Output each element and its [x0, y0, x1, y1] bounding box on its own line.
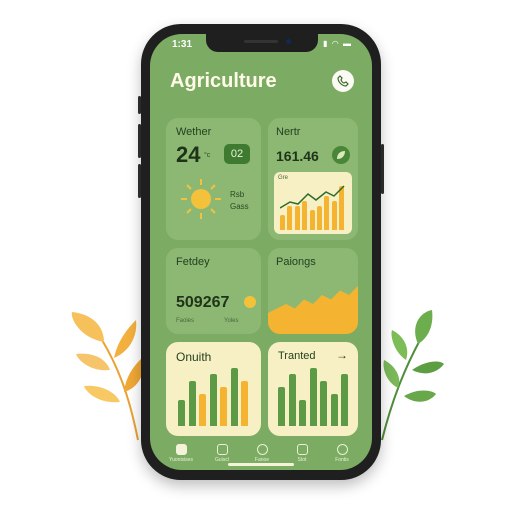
- chart-bar: [209, 374, 217, 426]
- growth-card[interactable]: Onuith: [166, 342, 261, 436]
- harvest-value: 509267: [176, 294, 230, 311]
- tab-settings[interactable]: Fontis: [322, 444, 362, 463]
- status-time: 1:31: [172, 39, 193, 50]
- power-button: [381, 144, 384, 194]
- market-value: 161.46: [276, 148, 319, 164]
- chart-bar: [299, 400, 306, 426]
- chart-bar: [241, 381, 248, 426]
- chart-bar: [341, 374, 348, 426]
- calendar-icon: [216, 444, 228, 455]
- chart-icon: [296, 444, 308, 455]
- market-chart-label: Gre: [278, 175, 289, 181]
- trend-arrow-icon[interactable]: →: [336, 348, 348, 362]
- weather-desc-1: Rsb: [230, 190, 245, 199]
- volume-up-button: [138, 124, 141, 158]
- notch: [206, 34, 318, 52]
- chart-bar: [280, 215, 285, 230]
- pricing-area-chart: [268, 286, 358, 334]
- tab-calendar[interactable]: Guiscl: [202, 444, 242, 463]
- green-leaves-icon: [381, 310, 444, 441]
- camera: [286, 39, 291, 44]
- settings-icon: [336, 444, 348, 455]
- weather-card[interactable]: Wether 24 °c 02 Rsb Gass: [166, 118, 261, 240]
- tab-home[interactable]: Yuonisises: [161, 444, 201, 463]
- chat-icon: [256, 444, 268, 455]
- mute-switch: [138, 96, 141, 114]
- chart-bar: [230, 368, 238, 426]
- status-icons: ▮ ◠ ▬: [323, 39, 352, 48]
- pricing-card[interactable]: Paiongs: [268, 248, 358, 334]
- tab-chat[interactable]: Fanoe: [242, 444, 282, 463]
- chart-bar: [278, 387, 285, 426]
- speaker: [244, 40, 278, 43]
- trend-bars: [278, 368, 350, 426]
- pricing-title: Paiongs: [276, 256, 316, 268]
- home-icon: [175, 444, 187, 455]
- chart-bar: [199, 394, 206, 426]
- tab-label: Fontis: [335, 457, 349, 463]
- trend-card[interactable]: Tranted →: [268, 342, 358, 436]
- chart-bar: [320, 381, 327, 426]
- phone-screen: 1:31 ▮ ◠ ▬ Agriculture Wether 24 °c 02 R…: [150, 34, 372, 470]
- market-chart: Gre: [274, 172, 352, 234]
- market-title: Nertr: [276, 126, 301, 138]
- volume-down-button: [138, 164, 141, 198]
- chart-bar: [288, 374, 296, 426]
- harvest-sub-left: Faoles: [176, 318, 195, 324]
- tab-stats[interactable]: Stot: [282, 444, 322, 463]
- harvest-sub-right: Yoles: [224, 318, 239, 324]
- weather-title: Wether: [176, 126, 212, 138]
- home-indicator[interactable]: [228, 463, 294, 466]
- weather-badge: 02: [224, 144, 250, 164]
- chart-bar: [220, 387, 227, 426]
- growth-title: Onuith: [176, 350, 212, 364]
- harvest-card[interactable]: Fetdey 509267 Faoles Yoles: [166, 248, 261, 334]
- leaf-icon: [332, 146, 350, 164]
- chart-bar: [188, 381, 196, 426]
- market-card[interactable]: Nertr 161.46 Gre: [268, 118, 358, 240]
- yellow-leaves-icon: [71, 312, 145, 441]
- trend-title: Tranted: [278, 350, 316, 362]
- weather-unit: °c: [204, 152, 211, 159]
- chart-bar: [178, 400, 185, 426]
- market-trend-line: [280, 185, 345, 209]
- phone-icon: [337, 75, 349, 87]
- chart-bar: [309, 368, 317, 426]
- harvest-dot-icon: [244, 296, 256, 308]
- chart-bar: [309, 210, 315, 230]
- phone-frame: 1:31 ▮ ◠ ▬ Agriculture Wether 24 °c 02 R…: [138, 24, 384, 480]
- app-title: Agriculture: [170, 70, 277, 92]
- tab-label: Yuonisises: [169, 457, 193, 463]
- harvest-title: Fetdey: [176, 256, 210, 268]
- call-button[interactable]: [332, 70, 354, 92]
- growth-bars: [178, 368, 250, 426]
- chart-bar: [330, 394, 338, 426]
- weather-desc-2: Gass: [230, 202, 249, 211]
- weather-temp: 24: [176, 142, 201, 167]
- sun-icon: [181, 179, 221, 219]
- pricing-area: [268, 286, 358, 334]
